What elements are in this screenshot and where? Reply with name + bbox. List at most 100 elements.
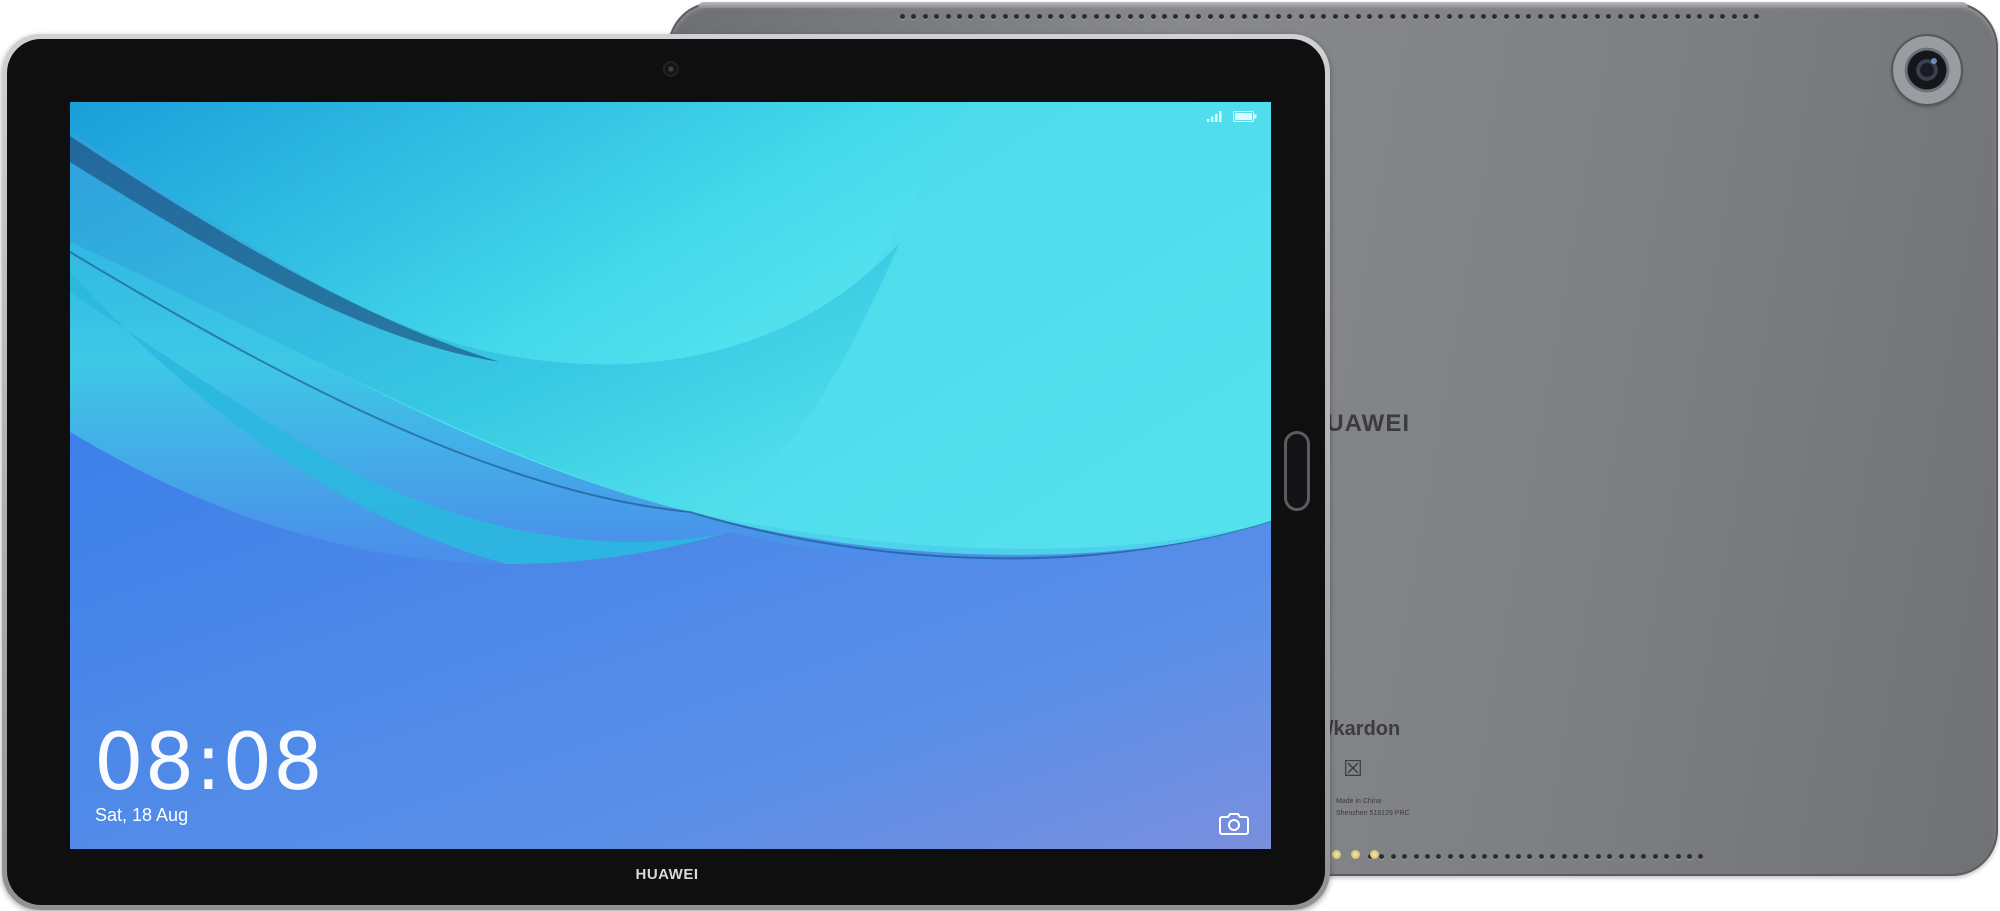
speaker-hole bbox=[945, 14, 951, 19]
speaker-hole bbox=[1423, 14, 1429, 19]
speaker-hole bbox=[1674, 14, 1680, 19]
speaker-hole bbox=[1264, 14, 1270, 19]
back-fine-print-2: Shenzhen 518129 PRC bbox=[1336, 810, 1410, 817]
speaker-hole bbox=[1048, 14, 1054, 19]
lockscreen-time: 08:08 bbox=[94, 718, 324, 808]
speaker-hole bbox=[1082, 14, 1088, 19]
speaker-hole bbox=[911, 14, 917, 19]
speaker-hole bbox=[922, 14, 928, 19]
speaker-hole bbox=[1492, 14, 1498, 19]
rear-camera-icon bbox=[1893, 36, 1961, 104]
speaker-hole bbox=[1310, 14, 1316, 19]
speaker-hole bbox=[1196, 14, 1202, 19]
speaker-hole bbox=[1515, 14, 1521, 19]
speaker-hole bbox=[1664, 854, 1670, 859]
speaker-hole bbox=[1652, 854, 1658, 859]
speaker-hole bbox=[1527, 854, 1533, 859]
speaker-hole bbox=[1379, 854, 1385, 859]
speaker-hole bbox=[1742, 14, 1748, 19]
lock-screen[interactable]: 08:08 Sat, 18 Aug bbox=[70, 102, 1271, 849]
signal-icon bbox=[1207, 111, 1222, 122]
speaker-hole bbox=[1629, 854, 1635, 859]
speaker-hole bbox=[1070, 14, 1076, 19]
speaker-hole bbox=[1595, 854, 1601, 859]
pogo-pins bbox=[1332, 850, 1379, 859]
speaker-hole bbox=[1607, 854, 1613, 859]
speaker-hole bbox=[1435, 14, 1441, 19]
speaker-hole bbox=[1560, 14, 1566, 19]
speaker-hole bbox=[1401, 14, 1407, 19]
front-brand-logo: HUAWEI bbox=[635, 866, 699, 883]
speaker-hole bbox=[900, 14, 905, 19]
speaker-hole bbox=[1754, 14, 1760, 19]
speaker-hole bbox=[1469, 14, 1475, 19]
status-bar bbox=[1207, 110, 1257, 122]
speaker-hole bbox=[1025, 14, 1031, 19]
battery-icon bbox=[1233, 110, 1257, 122]
speaker-hole bbox=[991, 14, 997, 19]
speaker-hole bbox=[1402, 854, 1408, 859]
speaker-hole bbox=[1618, 854, 1624, 859]
speaker-hole bbox=[1412, 14, 1418, 19]
speaker-hole bbox=[1207, 14, 1213, 19]
speaker-hole bbox=[1617, 14, 1623, 19]
speaker-hole bbox=[1332, 14, 1338, 19]
speaker-hole bbox=[1641, 854, 1647, 859]
speaker-hole bbox=[1287, 14, 1293, 19]
speaker-hole bbox=[1298, 14, 1304, 19]
back-top-edge bbox=[698, 2, 1968, 8]
speaker-hole bbox=[1230, 14, 1236, 19]
speaker-hole bbox=[1321, 14, 1327, 19]
speaker-hole bbox=[1698, 854, 1704, 859]
speaker-hole bbox=[1629, 14, 1634, 19]
speaker-hole bbox=[1526, 14, 1532, 19]
speaker-hole bbox=[1424, 854, 1430, 859]
speaker-hole bbox=[1594, 14, 1600, 19]
speaker-hole bbox=[1708, 14, 1714, 19]
speaker-hole bbox=[1059, 14, 1065, 19]
speaker-hole bbox=[956, 14, 962, 19]
speaker-hole bbox=[1275, 14, 1281, 19]
fingerprint-sensor-button[interactable] bbox=[1284, 431, 1310, 511]
bottom-speaker-grille bbox=[1368, 854, 1704, 859]
speaker-hole bbox=[1344, 14, 1350, 19]
speaker-hole bbox=[1640, 14, 1646, 19]
speaker-hole bbox=[1390, 854, 1396, 859]
speaker-hole bbox=[1651, 14, 1657, 19]
speaker-hole bbox=[1663, 14, 1669, 19]
speaker-hole bbox=[1493, 854, 1499, 859]
speaker-hole bbox=[1504, 854, 1510, 859]
front-camera-icon bbox=[665, 63, 677, 75]
speaker-hole bbox=[1480, 14, 1486, 19]
speaker-hole bbox=[1470, 854, 1476, 859]
speaker-hole bbox=[1173, 14, 1179, 19]
speaker-hole bbox=[1413, 854, 1419, 859]
speaker-hole bbox=[1378, 14, 1384, 19]
speaker-hole bbox=[1537, 14, 1543, 19]
speaker-hole bbox=[1538, 854, 1544, 859]
speaker-hole bbox=[1583, 14, 1589, 19]
speaker-hole bbox=[1093, 14, 1099, 19]
speaker-hole bbox=[1685, 14, 1691, 19]
speaker-hole bbox=[1731, 14, 1737, 19]
camera-icon[interactable] bbox=[1219, 811, 1249, 835]
speaker-hole bbox=[1367, 14, 1373, 19]
recycle-bin-icon: ☒ bbox=[1343, 756, 1363, 781]
back-fine-print-1: Made in China bbox=[1336, 798, 1382, 805]
speaker-hole bbox=[1002, 14, 1008, 19]
speaker-hole bbox=[1458, 14, 1464, 19]
speaker-hole bbox=[1446, 14, 1452, 19]
speaker-hole bbox=[1516, 854, 1522, 859]
speaker-hole bbox=[1550, 854, 1556, 859]
speaker-hole bbox=[1549, 14, 1555, 19]
speaker-hole bbox=[934, 14, 940, 19]
speaker-hole bbox=[1013, 14, 1019, 19]
speaker-hole bbox=[1241, 14, 1247, 19]
speaker-hole bbox=[968, 14, 974, 19]
speaker-hole bbox=[1389, 14, 1395, 19]
speaker-hole bbox=[1184, 14, 1190, 19]
speaker-hole bbox=[1481, 854, 1487, 859]
back-audio-mark: /kardon bbox=[1328, 718, 1401, 740]
speaker-hole bbox=[1459, 854, 1465, 859]
product-image: HUAWEI /kardon ☒ Made in China Shenzhen … bbox=[0, 0, 2000, 911]
